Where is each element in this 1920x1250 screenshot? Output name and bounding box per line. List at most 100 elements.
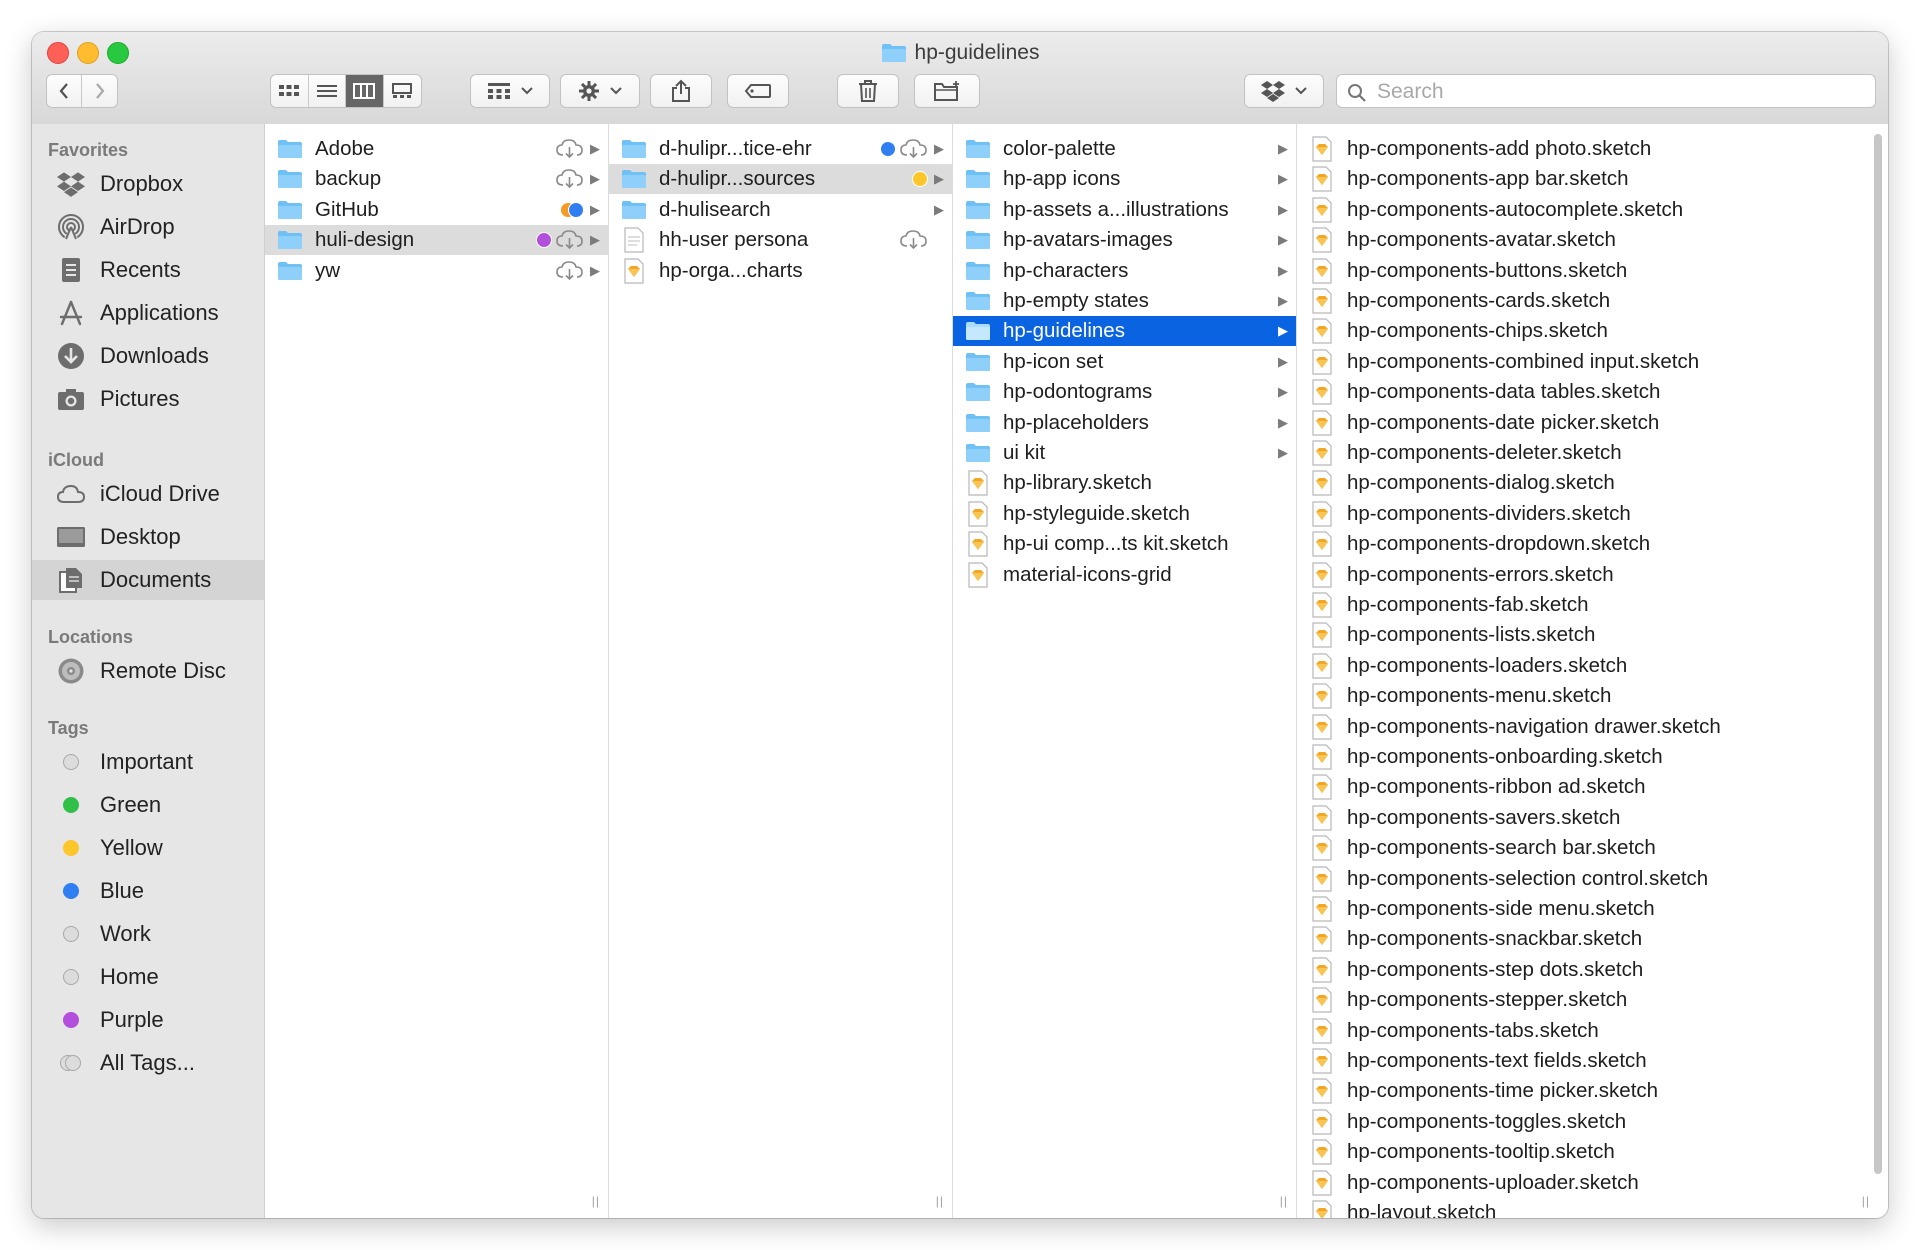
column-1[interactable]: || Adobe ▶ backup ▶ GitHub ▶ huli-design ▶ yw ▶ [265,124,609,1218]
file-row[interactable]: hp-ui comp...ts kit.sketch [953,529,1296,559]
file-row[interactable]: hp-components-dividers.sketch [1297,499,1888,529]
file-row[interactable]: hp-components-navigation drawer.sketch [1297,712,1888,742]
search-field[interactable] [1336,74,1876,109]
column-resize-handle[interactable]: || [592,1194,600,1208]
list-view-button[interactable] [309,75,346,107]
file-row[interactable]: hp-styleguide.sketch [953,499,1296,529]
column-4[interactable]: || hp-components-add photo.sketch hp-comp… [1297,124,1888,1218]
cloud-download-icon[interactable] [556,260,584,281]
file-row[interactable]: hp-components-data tables.sketch [1297,377,1888,407]
file-row[interactable]: hp-components-menu.sketch [1297,681,1888,711]
sidebar-tag-purple[interactable]: Purple [32,1000,264,1040]
folder-row[interactable]: hp-app icons ▶ [953,164,1296,194]
column-3[interactable]: || color-palette ▶ hp-app icons ▶ hp-assets … [953,124,1297,1218]
sidebar-tag-work[interactable]: Work [32,914,264,954]
sidebar-item-documents[interactable]: Documents [32,560,264,600]
file-row[interactable]: hp-components-cards.sketch [1297,286,1888,316]
file-row[interactable]: hh-user persona [609,225,952,255]
file-row[interactable]: hp-components-time picker.sketch [1297,1076,1888,1106]
sidebar-all-tags[interactable]: All Tags... [32,1043,264,1083]
file-row[interactable]: hp-components-ribbon ad.sketch [1297,772,1888,802]
sidebar-tag-blue[interactable]: Blue [32,871,264,911]
file-row[interactable]: hp-layout.sketch [1297,1198,1888,1218]
file-row[interactable]: hp-components-selection control.sketch [1297,864,1888,894]
folder-row[interactable]: hp-odontograms ▶ [953,377,1296,407]
sidebar-item-downloads[interactable]: Downloads [32,336,264,376]
folder-row[interactable]: d-hulipr...sources ▶ [609,164,952,195]
folder-row[interactable]: hp-placeholders ▶ [953,408,1296,438]
dropbox-toolbar-button[interactable] [1244,74,1324,108]
folder-row[interactable]: color-palette ▶ [953,134,1296,164]
column-resize-handle[interactable]: || [1280,1194,1288,1208]
file-row[interactable]: hp-library.sketch [953,468,1296,498]
file-row[interactable]: hp-components-loaders.sketch [1297,651,1888,681]
folder-row[interactable]: hp-guidelines ▶ [953,316,1296,347]
file-row[interactable]: hp-components-snackbar.sketch [1297,924,1888,954]
file-row[interactable]: hp-components-errors.sketch [1297,560,1888,590]
file-row[interactable]: hp-components-combined input.sketch [1297,347,1888,377]
forward-button[interactable] [82,75,117,107]
folder-row[interactable]: backup ▶ [265,164,608,194]
file-row[interactable]: hp-components-dropdown.sketch [1297,529,1888,559]
file-row[interactable]: hp-components-uploader.sketch [1297,1168,1888,1198]
file-row[interactable]: hp-components-add photo.sketch [1297,134,1888,164]
file-row[interactable]: hp-components-app bar.sketch [1297,164,1888,194]
folder-row[interactable]: hp-assets a...illustrations ▶ [953,195,1296,225]
file-row[interactable]: hp-components-chips.sketch [1297,316,1888,346]
folder-row[interactable]: hp-icon set ▶ [953,347,1296,377]
back-button[interactable] [47,75,83,107]
sidebar-tag-green[interactable]: Green [32,785,264,825]
folder-row[interactable]: hp-characters ▶ [953,256,1296,286]
trash-button[interactable] [837,74,899,108]
folder-row[interactable]: d-hulisearch ▶ [609,195,952,225]
gallery-view-button[interactable] [384,75,421,107]
file-row[interactable]: hp-components-onboarding.sketch [1297,742,1888,772]
column-2[interactable]: || d-hulipr...tice-ehr ▶ d-hulipr...source… [609,124,953,1218]
file-row[interactable]: hp-components-fab.sketch [1297,590,1888,620]
folder-row[interactable]: huli-design ▶ [265,225,608,256]
search-input[interactable] [1375,75,1869,109]
tag-button[interactable] [727,74,789,108]
file-row[interactable]: hp-components-dialog.sketch [1297,468,1888,498]
cloud-download-icon[interactable] [900,139,928,159]
icon-view-button[interactable] [271,75,309,107]
file-row[interactable]: hp-components-buttons.sketch [1297,256,1888,286]
file-row[interactable]: hp-components-tabs.sketch [1297,1016,1888,1046]
folder-row[interactable]: hp-avatars-images ▶ [953,225,1296,255]
folder-row[interactable]: ui kit ▶ [953,438,1296,468]
sidebar-item-icloud-drive[interactable]: iCloud Drive [32,474,264,514]
sidebar-tag-home[interactable]: Home [32,957,264,997]
file-row[interactable]: hp-components-tooltip.sketch [1297,1137,1888,1167]
file-row[interactable]: material-icons-grid [953,560,1296,590]
sidebar-item-desktop[interactable]: Desktop [32,517,264,557]
column-view-button[interactable] [346,75,384,107]
folder-row[interactable]: yw ▶ [265,256,608,286]
column-resize-handle[interactable]: || [936,1194,944,1208]
cloud-download-icon[interactable] [900,230,928,250]
share-button[interactable] [650,74,712,108]
file-row[interactable]: hp-components-step dots.sketch [1297,955,1888,985]
file-row[interactable]: hp-components-savers.sketch [1297,803,1888,833]
sidebar-item-applications[interactable]: Applications [32,293,264,333]
new-folder-button[interactable] [914,74,980,108]
cloud-download-icon[interactable] [556,230,584,250]
cloud-download-icon[interactable] [556,169,584,189]
sidebar-item-pictures[interactable]: Pictures [32,379,264,419]
sidebar-item-recents[interactable]: Recents [32,250,264,290]
sidebar-tag-important[interactable]: Important [32,742,264,782]
folder-row[interactable]: Adobe ▶ [265,134,608,164]
file-row[interactable]: hp-components-lists.sketch [1297,620,1888,650]
cloud-download-icon[interactable] [556,139,584,159]
action-button[interactable] [560,74,640,108]
file-row[interactable]: hp-components-toggles.sketch [1297,1107,1888,1137]
file-row[interactable]: hp-components-text fields.sketch [1297,1046,1888,1076]
sidebar-tag-yellow[interactable]: Yellow [32,828,264,868]
sidebar-item-dropbox[interactable]: Dropbox [32,164,264,204]
folder-row[interactable]: GitHub ▶ [265,195,608,225]
sidebar-item-airdrop[interactable]: AirDrop [32,207,264,247]
file-row[interactable]: hp-components-side menu.sketch [1297,894,1888,924]
file-row[interactable]: hp-orga...charts [609,256,952,286]
file-row[interactable]: hp-components-avatar.sketch [1297,225,1888,255]
file-row[interactable]: hp-components-date picker.sketch [1297,408,1888,438]
sidebar-item-remote-disc[interactable]: Remote Disc [32,651,264,691]
